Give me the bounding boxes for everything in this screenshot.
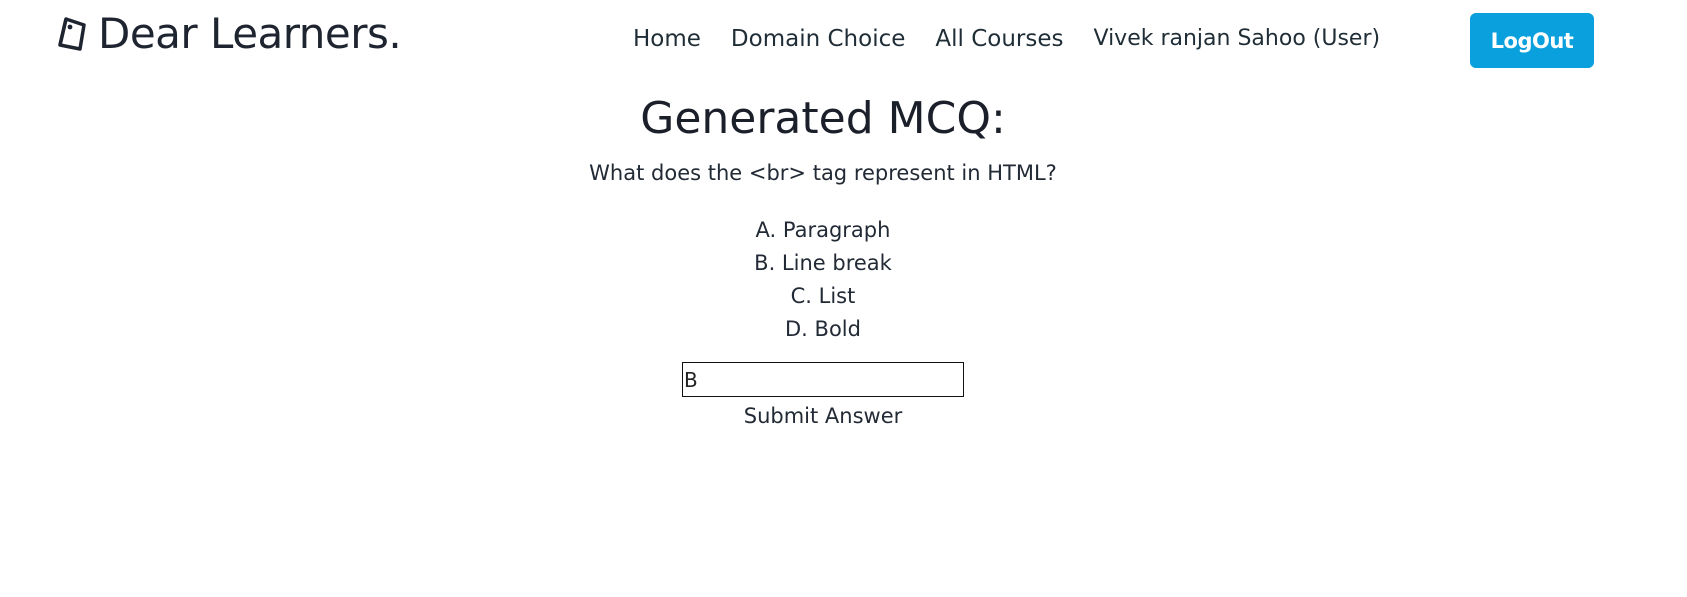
- current-user: Vivek ranjan Sahoo (User): [1093, 26, 1381, 51]
- option-a: A. Paragraph: [755, 218, 891, 242]
- brand-logo-link[interactable]: Dear Learners.: [56, 9, 402, 58]
- option-b: B. Line break: [754, 251, 892, 275]
- option-d: D. Bold: [785, 317, 861, 341]
- nav-home[interactable]: Home: [633, 22, 701, 56]
- answer-input[interactable]: [682, 362, 964, 397]
- brand-name: Dear Learners.: [98, 9, 402, 58]
- main-nav: Home Domain Choice All Courses Vivek ran…: [633, 22, 1380, 56]
- option-c: C. List: [790, 284, 856, 308]
- site-header: Dear Learners. Home Domain Choice All Co…: [0, 0, 1687, 80]
- logout-button[interactable]: LogOut: [1470, 13, 1594, 68]
- nav-domain-choice[interactable]: Domain Choice: [731, 22, 905, 56]
- tag-icon: [56, 15, 90, 53]
- question-text: What does the <br> tag represent in HTML…: [589, 161, 1057, 185]
- mcq-section: Generated MCQ: What does the <br> tag re…: [0, 86, 1646, 433]
- submit-answer-button[interactable]: Submit Answer: [738, 399, 909, 433]
- page-title: Generated MCQ:: [640, 93, 1006, 144]
- options-list: A. Paragraph B. Line break C. List D. Bo…: [0, 214, 1646, 346]
- nav-all-courses[interactable]: All Courses: [935, 22, 1063, 56]
